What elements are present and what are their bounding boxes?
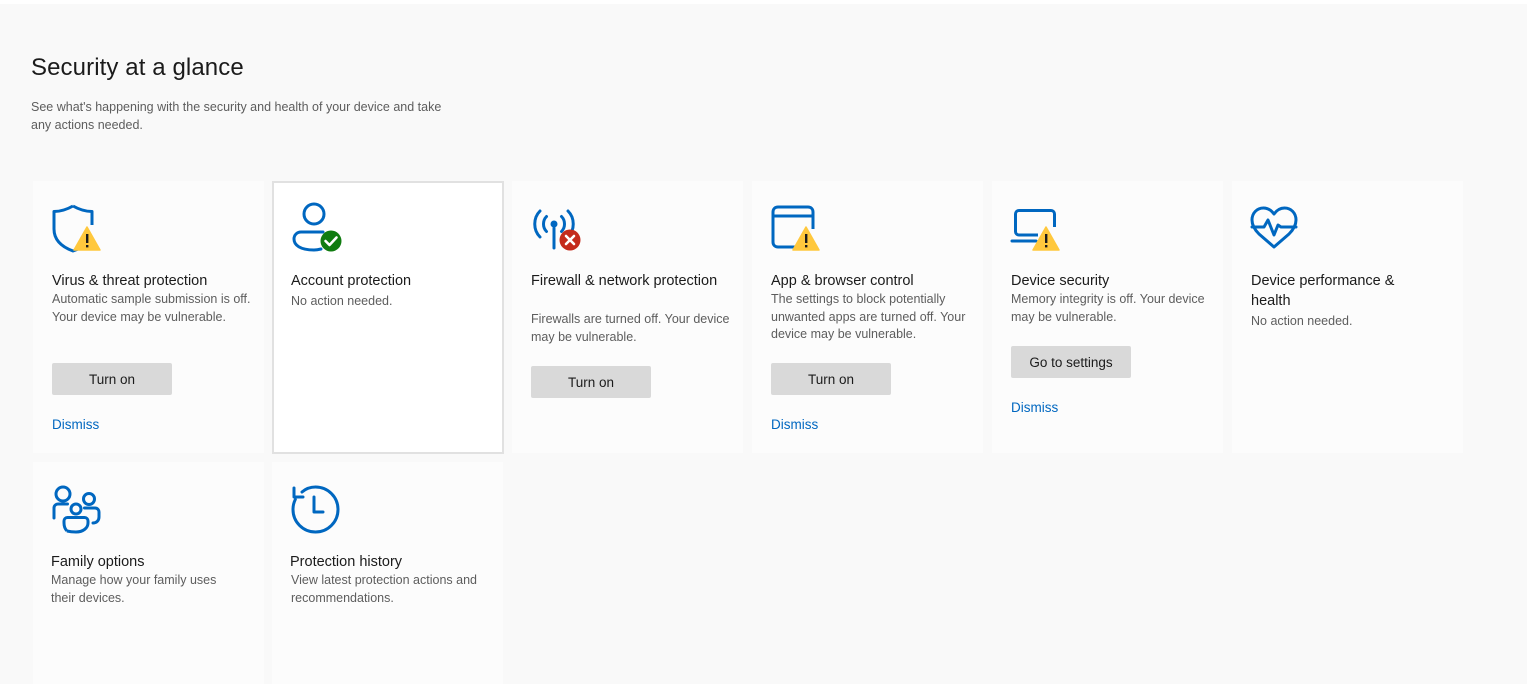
turn-on-button[interactable]: Turn on <box>52 363 172 395</box>
tile-title: Virus & threat protection <box>52 273 208 289</box>
laptop-icon <box>1010 209 1060 251</box>
page-title: Security at a glance <box>31 54 244 81</box>
tile-device-performance-health[interactable]: Device performance & health No action ne… <box>1232 181 1463 453</box>
tile-device-security[interactable]: Device security Memory integrity is off.… <box>992 181 1223 453</box>
checkmark-icon <box>320 230 342 252</box>
tile-description: The settings to block potentially unwant… <box>771 292 966 341</box>
dismiss-link[interactable]: Dismiss <box>771 417 818 432</box>
tile-title: Protection history <box>290 554 403 570</box>
warning-icon <box>73 226 101 251</box>
dismiss-link[interactable]: Dismiss <box>1011 400 1058 415</box>
turn-on-button[interactable]: Turn on <box>771 363 891 395</box>
tile-description: Firewalls are turned off. Your device ma… <box>531 312 730 344</box>
go-to-settings-button[interactable]: Go to settings <box>1011 346 1131 378</box>
tile-title: Account protection <box>291 273 412 289</box>
tile-description: View latest protection actions and recom… <box>291 573 477 605</box>
tile-description: No action needed. <box>291 294 393 308</box>
tile-description: Manage how your family uses their device… <box>51 573 217 605</box>
antenna-icon <box>533 209 581 251</box>
tile-description: No action needed. <box>1251 314 1353 328</box>
tile-title: Device security <box>1011 273 1110 289</box>
warning-icon <box>792 226 820 251</box>
tile-title: Family options <box>51 554 145 570</box>
tile-protection-history[interactable]: Protection history View latest protectio… <box>272 462 503 684</box>
tile-account-protection[interactable]: Account protection No action needed. <box>272 181 504 454</box>
tile-family-options[interactable]: Family options Manage how your family us… <box>33 462 264 684</box>
heartbeat-icon <box>1250 206 1298 249</box>
tile-description: Memory integrity is off. Your device may… <box>1011 292 1205 324</box>
family-icon <box>52 485 101 534</box>
browser-window-icon <box>771 205 820 251</box>
dismiss-link[interactable]: Dismiss <box>52 417 99 432</box>
tile-title: Device performance & health <box>1251 273 1395 309</box>
tile-virus-threat-protection[interactable]: Virus & threat protection Automatic samp… <box>33 181 264 453</box>
turn-on-button[interactable]: Turn on <box>531 366 651 398</box>
page-subtitle: See what's happening with the security a… <box>31 100 442 132</box>
tile-title: Firewall & network protection <box>531 273 718 289</box>
warning-icon <box>1032 226 1060 251</box>
history-icon <box>291 485 340 534</box>
tile-description: Automatic sample submission is off. Your… <box>52 292 251 324</box>
tile-title: App & browser control <box>771 273 914 289</box>
tile-firewall-network-protection[interactable]: Firewall & network protection Firewalls … <box>512 181 743 453</box>
top-strip <box>0 0 1527 4</box>
shield-icon <box>52 204 101 253</box>
error-icon <box>559 229 581 251</box>
person-icon <box>292 202 342 252</box>
tile-app-browser-control[interactable]: App & browser control The settings to bl… <box>752 181 983 453</box>
